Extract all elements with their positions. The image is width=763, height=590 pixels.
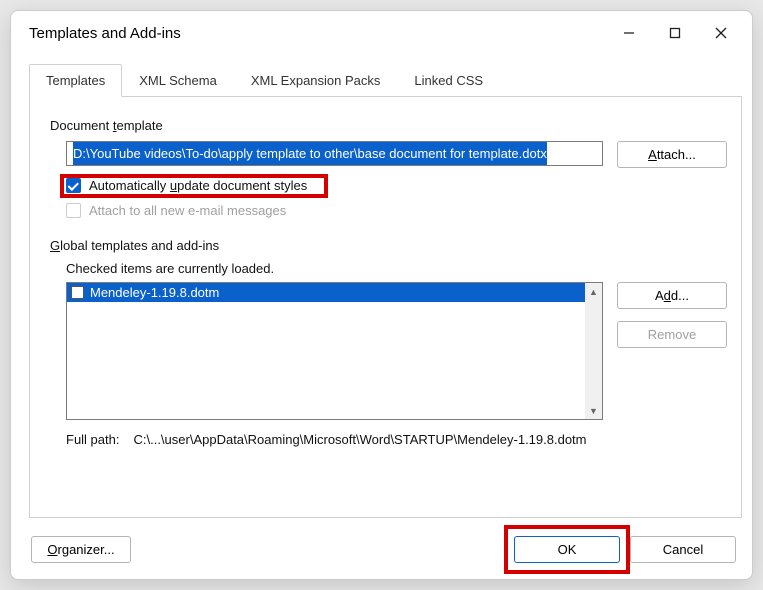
label-text: pdate document styles <box>177 178 307 193</box>
tab-xml-schema[interactable]: XML Schema <box>122 64 234 97</box>
btn-accel: d <box>664 288 671 303</box>
tab-panel-templates: Document template D:\YouTube videos\To-d… <box>29 96 742 518</box>
label-text: lobal templates and add-ins <box>60 238 219 253</box>
attach-button[interactable]: Attach... <box>617 141 727 168</box>
btn-text: rganizer... <box>58 542 115 557</box>
scroll-down-icon[interactable]: ▼ <box>585 402 602 419</box>
tabstrip: Templates XML Schema XML Expansion Packs… <box>29 63 742 97</box>
close-icon <box>715 27 727 39</box>
minimize-icon <box>623 27 635 39</box>
full-path-row: Full path: C:\...\user\AppData\Roaming\M… <box>66 432 727 447</box>
remove-button: Remove <box>617 321 727 348</box>
label-text: Automatically <box>89 178 170 193</box>
attach-email-label: Attach to all new e-mail messages <box>89 203 286 218</box>
tab-linked-css[interactable]: Linked CSS <box>397 64 500 97</box>
label-text: Document <box>50 118 113 133</box>
auto-update-styles-row[interactable]: Automatically update document styles <box>66 178 727 193</box>
scrollbar[interactable]: ▲ ▼ <box>585 283 602 419</box>
document-template-label: Document template <box>50 118 727 133</box>
maximize-icon <box>669 27 681 39</box>
auto-update-styles-checkbox[interactable] <box>66 178 81 193</box>
ok-button[interactable]: OK <box>514 536 620 563</box>
auto-update-styles-label: Automatically update document styles <box>89 178 307 193</box>
window-title: Templates and Add-ins <box>29 25 606 42</box>
titlebar: Templates and Add-ins <box>11 11 752 55</box>
cancel-button[interactable]: Cancel <box>630 536 736 563</box>
attach-email-row: Attach to all new e-mail messages <box>66 203 727 218</box>
close-button[interactable] <box>698 17 744 49</box>
list-item-checkbox[interactable] <box>71 286 84 299</box>
dialog-button-bar: Organizer... OK Cancel <box>11 519 752 579</box>
organizer-button[interactable]: Organizer... <box>31 536 131 563</box>
btn-accel: A <box>648 147 657 162</box>
maximize-button[interactable] <box>652 17 698 49</box>
btn-accel: O <box>47 542 57 557</box>
btn-text: ttach... <box>657 147 696 162</box>
btn-text: d... <box>671 288 689 303</box>
attach-email-checkbox <box>66 203 81 218</box>
dialog-window: Templates and Add-ins Templates XML Sche… <box>10 10 753 580</box>
btn-text: A <box>655 288 664 303</box>
add-button[interactable]: Add... <box>617 282 727 309</box>
minimize-button[interactable] <box>606 17 652 49</box>
full-path-value: C:\...\user\AppData\Roaming\Microsoft\Wo… <box>133 432 586 447</box>
global-templates-listbox[interactable]: Mendeley-1.19.8.dotm ▲ ▼ <box>66 282 603 420</box>
document-template-input[interactable]: D:\YouTube videos\To-do\apply template t… <box>66 141 603 166</box>
tab-templates[interactable]: Templates <box>29 64 122 97</box>
label-text: emplate <box>117 118 163 133</box>
label-accel: G <box>50 238 60 253</box>
tab-xml-expansion-packs[interactable]: XML Expansion Packs <box>234 64 398 97</box>
full-path-label: Full path: <box>66 432 119 447</box>
window-controls <box>606 17 744 49</box>
global-templates-label: Global templates and add-ins <box>50 238 727 253</box>
list-item[interactable]: Mendeley-1.19.8.dotm <box>67 283 602 302</box>
checked-items-note: Checked items are currently loaded. <box>66 261 727 276</box>
list-item-label: Mendeley-1.19.8.dotm <box>90 285 219 300</box>
scroll-up-icon[interactable]: ▲ <box>585 283 602 300</box>
document-template-value: D:\YouTube videos\To-do\apply template t… <box>73 142 547 165</box>
